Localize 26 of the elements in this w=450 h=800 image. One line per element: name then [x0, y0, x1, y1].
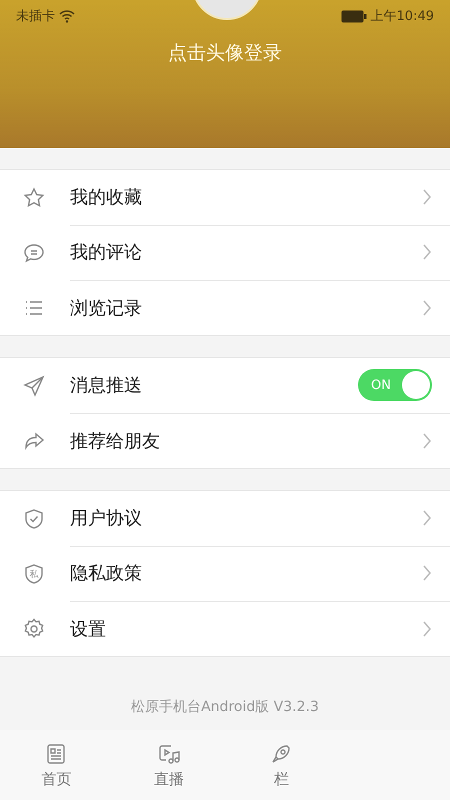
menu-item-label[interactable]: 我的评论 [70, 240, 422, 264]
menu-item-label[interactable]: 设置 [70, 616, 422, 640]
tab-label[interactable]: 栏 [274, 770, 289, 788]
menu-item-label[interactable]: 隐私政策 [70, 561, 422, 585]
paper-plane-icon [22, 374, 46, 398]
chevron-icon [422, 620, 432, 638]
star-icon [22, 186, 46, 210]
menu-item-label[interactable]: 我的收藏 [70, 185, 422, 209]
menu-item-label[interactable]: 推荐给朋友 [70, 428, 422, 452]
version-text: 松原手机台Android版 V3.2.3 [131, 698, 319, 716]
chevron-icon [422, 298, 432, 316]
tab-label[interactable]: 首页 [41, 770, 72, 788]
menu-item-label[interactable]: 用户协议 [70, 506, 422, 530]
clock-text: 上午10:49 [370, 8, 434, 25]
chevron-icon [422, 243, 432, 261]
tab-label[interactable]: 直播 [154, 770, 184, 788]
chevron-icon [422, 564, 432, 582]
menu-item-label[interactable]: 浏览记录 [70, 296, 422, 320]
chevron-icon [422, 432, 432, 450]
chevron-icon [422, 188, 432, 206]
menu-item-label[interactable]: 消息推送 [70, 373, 358, 397]
carrier-text: 未插卡 [16, 8, 55, 25]
chevron-icon [422, 509, 432, 527]
battery-icon [340, 10, 367, 22]
wifi-icon [59, 9, 75, 23]
gear-icon [22, 616, 46, 640]
